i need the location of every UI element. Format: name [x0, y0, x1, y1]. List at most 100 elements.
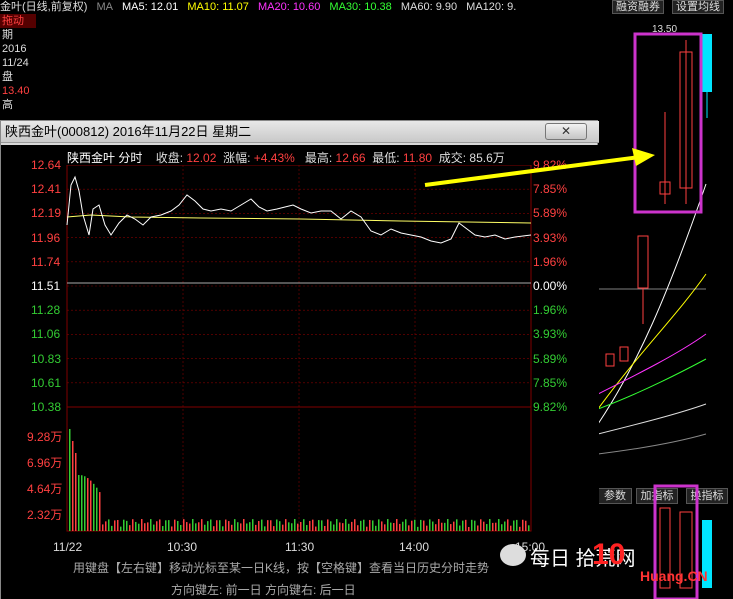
intraday-header: 陕西金叶 分时 收盘: 12.02 涨幅: +4.43% 最高: 12.66 最… [67, 149, 505, 166]
volume-bar [264, 526, 266, 531]
percent-tick: 1.96% [533, 303, 568, 318]
volume-bar [282, 524, 284, 531]
volume-bar [120, 526, 122, 531]
ma30-value: MA30: 10.38 [329, 1, 392, 13]
stock-title: 金叶(日线,前复权) [0, 1, 88, 13]
volume-bar [369, 519, 371, 531]
volume-bar [375, 525, 377, 531]
volume-bar [291, 523, 293, 531]
volume-bar [423, 520, 425, 531]
volume-bar [294, 519, 296, 531]
volume-bar [156, 521, 158, 531]
volume-bar [186, 522, 188, 531]
volume-bar [366, 526, 368, 531]
dialog-close-button[interactable]: ✕ [545, 123, 587, 140]
volume-bar [102, 524, 104, 531]
volume-bar [72, 441, 74, 531]
intraday-chart[interactable] [1, 165, 599, 565]
drag-label[interactable]: 拖动 [0, 14, 36, 28]
price-tick: 12.19 [31, 206, 62, 221]
margin-trading-button[interactable]: 融资融券 [612, 0, 664, 14]
volume-bar [525, 520, 527, 531]
volume-bar [153, 524, 155, 531]
volume-bar [429, 519, 431, 531]
volume-bar [117, 520, 119, 531]
volume-bar [507, 519, 509, 531]
volume-bar [90, 480, 92, 531]
volume-bar [450, 524, 452, 531]
volume-bar [108, 519, 110, 531]
volume-bar [528, 525, 530, 531]
percent-tick: 1.96% [533, 254, 568, 269]
price-label: 13.40 [2, 85, 30, 97]
volume-bar [93, 483, 95, 531]
volume-bar [132, 519, 134, 531]
wechat-icon [500, 544, 526, 566]
volume-bar [246, 523, 248, 531]
volume-bar [516, 519, 518, 531]
hint-line-1: 用键盘【左右键】移动光标至某一日K线，按【空格键】查看当日历史分时走势 [73, 561, 490, 575]
volume-bar [228, 521, 230, 531]
price-tick: 11.74 [31, 254, 61, 269]
volume-bar [396, 519, 398, 531]
left-info-panel: 拖动 期 2016 11/24 盘 13.40 高 [0, 14, 36, 124]
volume-bar [123, 519, 125, 531]
dialog-title: 陕西金叶(000812) 2016年11月22日 星期二 [1, 121, 599, 143]
volume-bar [390, 522, 392, 531]
volume-bar [393, 522, 395, 531]
close-value: 12.02 [186, 151, 217, 165]
price-tick: 11.28 [31, 303, 61, 318]
volume-bar [342, 523, 344, 531]
price-tick: 11.96 [31, 230, 61, 245]
time-tick: 11:30 [285, 540, 315, 554]
volume-bar [258, 521, 260, 531]
volume-bar [399, 523, 401, 531]
candle-1 [605, 353, 615, 367]
ma120-value: MA120: 9. [466, 1, 517, 13]
percent-tick: 7.85% [533, 375, 568, 390]
kline-svg [598, 32, 712, 599]
volume-bar [387, 519, 389, 531]
kline-chart-area[interactable]: 融资融券 设置均线 13.50 参数 加指标 换指标 [598, 0, 733, 599]
watermark-site: Huang.CN [640, 568, 708, 584]
volume-bar [219, 520, 221, 531]
volume-bar [261, 519, 263, 531]
time-tick: 14:00 [399, 540, 430, 554]
volume-bar [216, 520, 218, 531]
volume-bar [84, 476, 86, 531]
volume-bar [474, 520, 476, 531]
volume-bar [213, 526, 215, 531]
price-tick: 12.41 [31, 182, 62, 197]
volume-bar [276, 519, 278, 531]
volume-bar [129, 525, 131, 531]
volume-bar [114, 520, 116, 531]
volume-bar [378, 519, 380, 531]
watermark: 每日 拾荒网 10 Huang.CN [500, 538, 730, 588]
volume-bar [81, 475, 83, 531]
volume-bar [321, 520, 323, 531]
change-value: +4.43% [253, 151, 295, 165]
volume-bar [138, 523, 140, 531]
volume-bar [99, 492, 101, 531]
volume-bar [510, 525, 512, 531]
ma60-line [598, 403, 707, 435]
volume-bar [171, 526, 173, 531]
stock-name-label: 陕西金叶 分时 [67, 151, 143, 165]
ma-settings-button[interactable]: 设置均线 [672, 0, 724, 14]
high-value: 12.66 [335, 151, 366, 165]
volume-bar [177, 520, 179, 531]
volume-bar [174, 519, 176, 531]
volume-bar [78, 475, 80, 531]
ma-separator: MA [96, 1, 113, 13]
volume-bar [501, 524, 503, 531]
volume-bar [441, 522, 443, 531]
volume-bar [363, 519, 365, 531]
low-value: 11.80 [402, 151, 433, 165]
volume-bar [438, 519, 440, 531]
pan-label: 盘 [2, 71, 13, 83]
candle-6 [702, 34, 712, 92]
ma60-value: MA60: 9.90 [400, 1, 458, 13]
volume-bar [87, 478, 89, 531]
volume-tick: 6.96万 [27, 456, 63, 470]
intraday-dialog: 陕西金叶(000812) 2016年11月22日 星期二 ✕ 陕西金叶 分时 收… [0, 120, 599, 599]
